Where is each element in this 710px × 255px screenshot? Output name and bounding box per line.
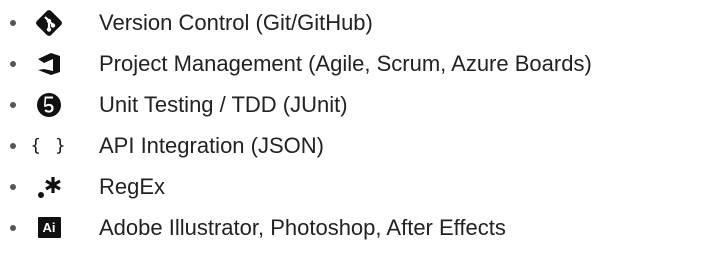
skill-item-api-integration: { } API Integration (JSON)	[0, 125, 710, 166]
skill-item-adobe: Ai Adobe Illustrator, Photoshop, After E…	[0, 207, 710, 248]
braces-glyph: { }	[30, 135, 68, 156]
skills-list: Version Control (Git/GitHub) Project Man…	[0, 2, 710, 248]
skill-label: Adobe Illustrator, Photoshop, After Effe…	[99, 214, 506, 240]
bullet-dot	[10, 142, 16, 149]
skill-item-project-management: Project Management (Agile, Scrum, Azure …	[0, 43, 710, 84]
skill-item-version-control: Version Control (Git/GitHub)	[0, 2, 710, 43]
bullet-dot	[10, 224, 16, 231]
ai-glyph: Ai	[42, 220, 56, 235]
git-icon	[33, 7, 65, 39]
azure-devops-icon	[33, 48, 65, 80]
adobe-illustrator-icon: Ai	[33, 212, 65, 244]
skill-label: Project Management (Agile, Scrum, Azure …	[99, 50, 592, 76]
json-braces-icon: { }	[30, 130, 68, 162]
skill-label: API Integration (JSON)	[99, 132, 324, 158]
ai-box: Ai	[37, 217, 61, 238]
regex-icon	[33, 171, 65, 203]
bullet-dot	[10, 19, 16, 26]
skill-label: RegEx	[99, 173, 166, 199]
bullet-dot	[10, 101, 16, 108]
skill-label: Unit Testing / TDD (JUnit)	[99, 91, 348, 117]
skill-item-unit-testing: Unit Testing / TDD (JUnit)	[0, 84, 710, 125]
skill-label: Version Control (Git/GitHub)	[99, 9, 373, 35]
junit5-icon	[33, 89, 65, 121]
skill-item-regex: RegEx	[0, 166, 710, 207]
bullet-dot	[10, 60, 16, 67]
bullet-dot	[10, 183, 16, 190]
